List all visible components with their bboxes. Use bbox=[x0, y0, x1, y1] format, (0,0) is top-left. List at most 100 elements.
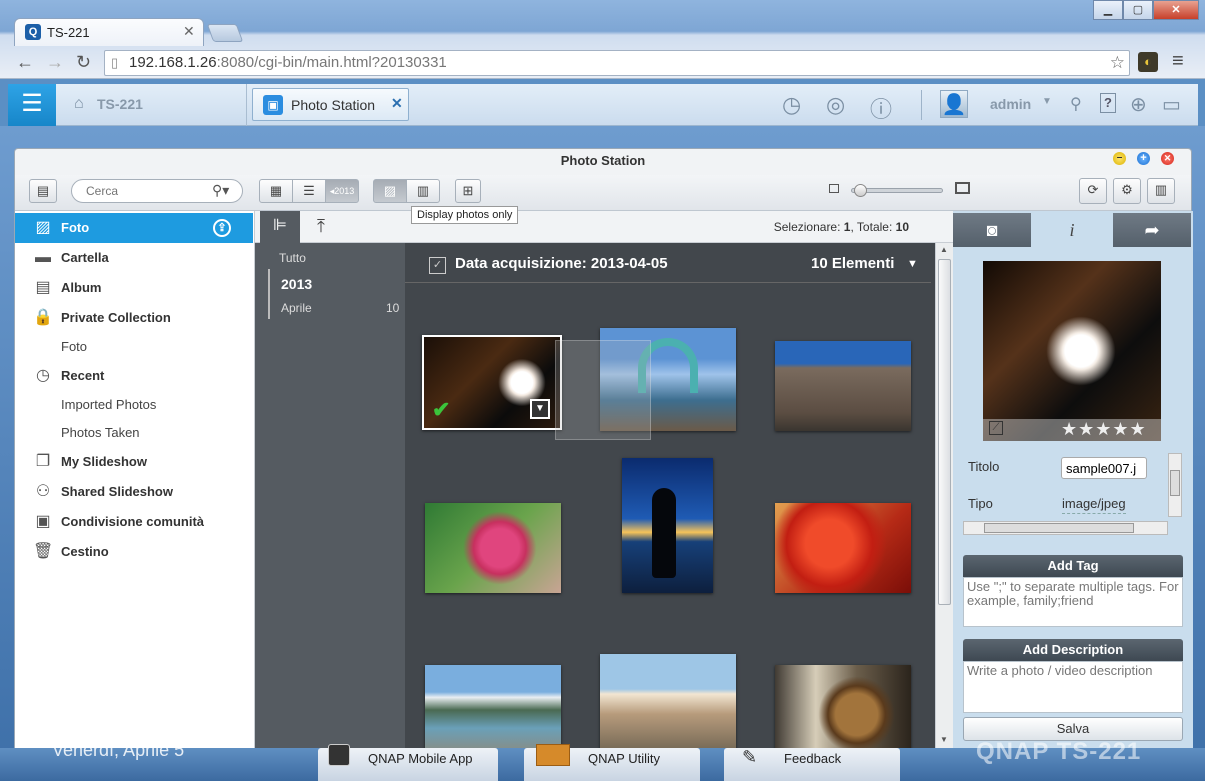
group-select-checkbox[interactable]: ✓ bbox=[429, 257, 446, 274]
new-tab-button[interactable] bbox=[206, 24, 244, 42]
refresh-button[interactable]: ⟳ bbox=[1079, 178, 1107, 204]
info-icon[interactable]: ⓘ bbox=[870, 92, 892, 124]
sync-icon[interactable]: ◎ bbox=[826, 92, 845, 118]
thumbnail-view-button[interactable]: ▦ bbox=[259, 179, 293, 203]
taskbar-item-utility[interactable]: QNAP Utility bbox=[524, 744, 700, 781]
photo-thumbnail-red-leaves[interactable] bbox=[775, 503, 911, 593]
menu-icon[interactable]: ≡ bbox=[1172, 50, 1184, 73]
tab-share[interactable]: ➦ bbox=[1113, 213, 1191, 247]
toggle-sidebar-button[interactable]: ▤ bbox=[29, 179, 57, 203]
scroll-top-icon[interactable]: ⤒ bbox=[317, 216, 325, 237]
search-box[interactable]: ⚲▾ bbox=[71, 179, 243, 203]
browser-tab[interactable]: Q TS-221 ✕ bbox=[14, 18, 204, 46]
search-icon[interactable]: ⚲▾ bbox=[212, 182, 229, 199]
avatar[interactable]: 👤 bbox=[940, 90, 968, 118]
rotate-icon[interactable]: ⟋ bbox=[989, 421, 1003, 435]
user-menu[interactable]: admin bbox=[990, 96, 1031, 112]
chevron-down-icon[interactable]: ▼ bbox=[1042, 96, 1052, 107]
timeline-panel: Tutto 2013 Aprile 10 bbox=[255, 243, 405, 749]
small-size-icon[interactable] bbox=[829, 184, 839, 193]
window-close-icon[interactable]: ✕ bbox=[1161, 152, 1174, 165]
timeline-month[interactable]: Aprile bbox=[281, 301, 312, 315]
photo-thumbnail-child-swing[interactable] bbox=[600, 654, 736, 749]
rating-stars[interactable]: ★★★★★ bbox=[1061, 419, 1147, 440]
extension-icon[interactable]: ◐ bbox=[1138, 52, 1158, 72]
scrollbar-thumb[interactable] bbox=[938, 259, 951, 605]
sidebar-item-album[interactable]: ▤ Album bbox=[15, 273, 253, 303]
videos-only-button[interactable]: ▥ bbox=[406, 179, 440, 203]
sidebar-subitem-photos-taken[interactable]: Photos Taken bbox=[15, 419, 253, 447]
taskbar-item-feedback[interactable]: ✎ Feedback bbox=[724, 747, 900, 781]
forward-icon[interactable]: → bbox=[46, 52, 64, 73]
reload-icon[interactable]: ↻ bbox=[76, 52, 91, 73]
toggle-detail-panel-button[interactable]: ▥ bbox=[1147, 178, 1175, 204]
properties-hscrollbar[interactable] bbox=[963, 521, 1168, 535]
sidebar-item-recent[interactable]: ◷ Recent bbox=[15, 361, 253, 391]
sidebar-item-cartella[interactable]: ▬ Cartella bbox=[15, 243, 253, 273]
maximize-icon[interactable]: ▢ bbox=[1123, 0, 1153, 20]
title-input[interactable] bbox=[1061, 457, 1147, 479]
scrollbar-thumb[interactable] bbox=[1170, 470, 1180, 496]
timeline-year[interactable]: 2013 bbox=[281, 276, 312, 292]
home-label[interactable]: TS-221 bbox=[97, 96, 143, 112]
add-tag-input[interactable]: Use ";" to separate multiple tags. For e… bbox=[963, 577, 1183, 627]
photo-thumbnail-mask[interactable] bbox=[775, 665, 911, 749]
tab-camera-info[interactable]: ◙ bbox=[953, 213, 1031, 247]
photo-thumbnail-flower[interactable]: ✔ ▼ bbox=[422, 335, 562, 430]
sidebar-item-private-collection[interactable]: 🔒 Private Collection bbox=[15, 303, 253, 333]
grid-scrollbar[interactable]: ▲ ▼ bbox=[935, 243, 953, 749]
sidebar-item-shared-slideshow[interactable]: ⚇ Shared Slideshow bbox=[15, 477, 253, 507]
background-task-icon[interactable]: ◷ bbox=[782, 92, 801, 118]
photo-thumbnail-pink-flowers[interactable] bbox=[425, 503, 561, 593]
window-maximize-icon[interactable]: + bbox=[1137, 152, 1150, 165]
help-icon[interactable]: ? bbox=[1100, 93, 1116, 113]
chevron-down-icon[interactable]: ▼ bbox=[907, 258, 918, 270]
desktop-icon[interactable]: ▭ bbox=[1162, 92, 1181, 117]
upload-icon[interactable]: ⇪ bbox=[213, 219, 231, 237]
window-minimize-icon[interactable]: – bbox=[1113, 152, 1126, 165]
group-count[interactable]: 10 Elementi bbox=[811, 255, 894, 272]
sidebar-item-condivisione-comunita[interactable]: ▣ Condivisione comunità bbox=[15, 507, 253, 537]
timeline-view-button[interactable]: ◂2013 bbox=[325, 179, 359, 203]
sidebar-item-cestino[interactable]: 🗑 Cestino bbox=[15, 537, 253, 567]
search-icon[interactable]: ⚲ bbox=[1070, 94, 1082, 114]
sidebar-item-my-slideshow[interactable]: ❐ My Slideshow bbox=[15, 447, 253, 477]
thumbnail-size-slider[interactable] bbox=[851, 184, 943, 197]
photo-thumbnail-silhouette[interactable] bbox=[622, 458, 713, 593]
timeline-toggle-button[interactable]: ⊫ bbox=[260, 211, 300, 243]
thumbnail-menu-icon[interactable]: ▼ bbox=[530, 399, 550, 419]
sidebar-subitem-foto[interactable]: Foto bbox=[15, 333, 253, 361]
sidebar-item-foto[interactable]: ▨ Foto ⇪ bbox=[15, 213, 253, 243]
scrollbar-thumb[interactable] bbox=[984, 523, 1134, 533]
tab-properties[interactable]: i bbox=[1033, 213, 1111, 247]
add-description-input[interactable]: Write a photo / video description bbox=[963, 661, 1183, 713]
home-icon[interactable]: ⌂ bbox=[74, 95, 84, 113]
properties-vscrollbar[interactable] bbox=[1168, 453, 1182, 517]
taskbar-item-mobile-app[interactable]: QNAP Mobile App bbox=[318, 744, 498, 781]
settings-button[interactable]: ⚙ bbox=[1113, 178, 1141, 204]
photos-only-button[interactable]: ▨ bbox=[373, 179, 407, 203]
sidebar-subitem-imported-photos[interactable]: Imported Photos bbox=[15, 391, 253, 419]
scroll-up-icon[interactable]: ▲ bbox=[940, 245, 948, 254]
search-input[interactable] bbox=[86, 183, 206, 199]
photo-thumbnail-ruins[interactable] bbox=[775, 341, 911, 431]
close-tab-icon[interactable]: ✕ bbox=[183, 23, 195, 40]
timeline-all[interactable]: Tutto bbox=[279, 251, 306, 265]
close-window-icon[interactable]: ✕ bbox=[1153, 0, 1199, 20]
bookmark-star-icon[interactable]: ☆ bbox=[1110, 51, 1125, 75]
photo-thumbnail-river[interactable] bbox=[425, 665, 561, 749]
minimize-icon[interactable]: ▁ bbox=[1093, 0, 1123, 20]
large-size-icon[interactable] bbox=[955, 182, 970, 194]
main-menu-button[interactable]: ☰ bbox=[8, 84, 56, 126]
sidebar-item-label: My Slideshow bbox=[61, 454, 147, 469]
address-bar[interactable]: ▯ 192.168.1.26:8080/cgi-bin/main.html?20… bbox=[104, 50, 1130, 76]
app-tab-photo-station[interactable]: ▣ Photo Station ✕ bbox=[252, 88, 409, 121]
camera-icon: ◙ bbox=[986, 220, 998, 240]
close-app-tab-icon[interactable]: ✕ bbox=[391, 95, 403, 112]
language-globe-icon[interactable]: ⊕ bbox=[1130, 92, 1147, 117]
multi-select-button[interactable]: ⊞ bbox=[455, 179, 481, 203]
scroll-down-icon[interactable]: ▼ bbox=[940, 735, 948, 744]
slider-handle[interactable] bbox=[854, 184, 867, 197]
list-view-button[interactable]: ☰ bbox=[292, 179, 326, 203]
back-icon[interactable]: ← bbox=[16, 52, 34, 73]
